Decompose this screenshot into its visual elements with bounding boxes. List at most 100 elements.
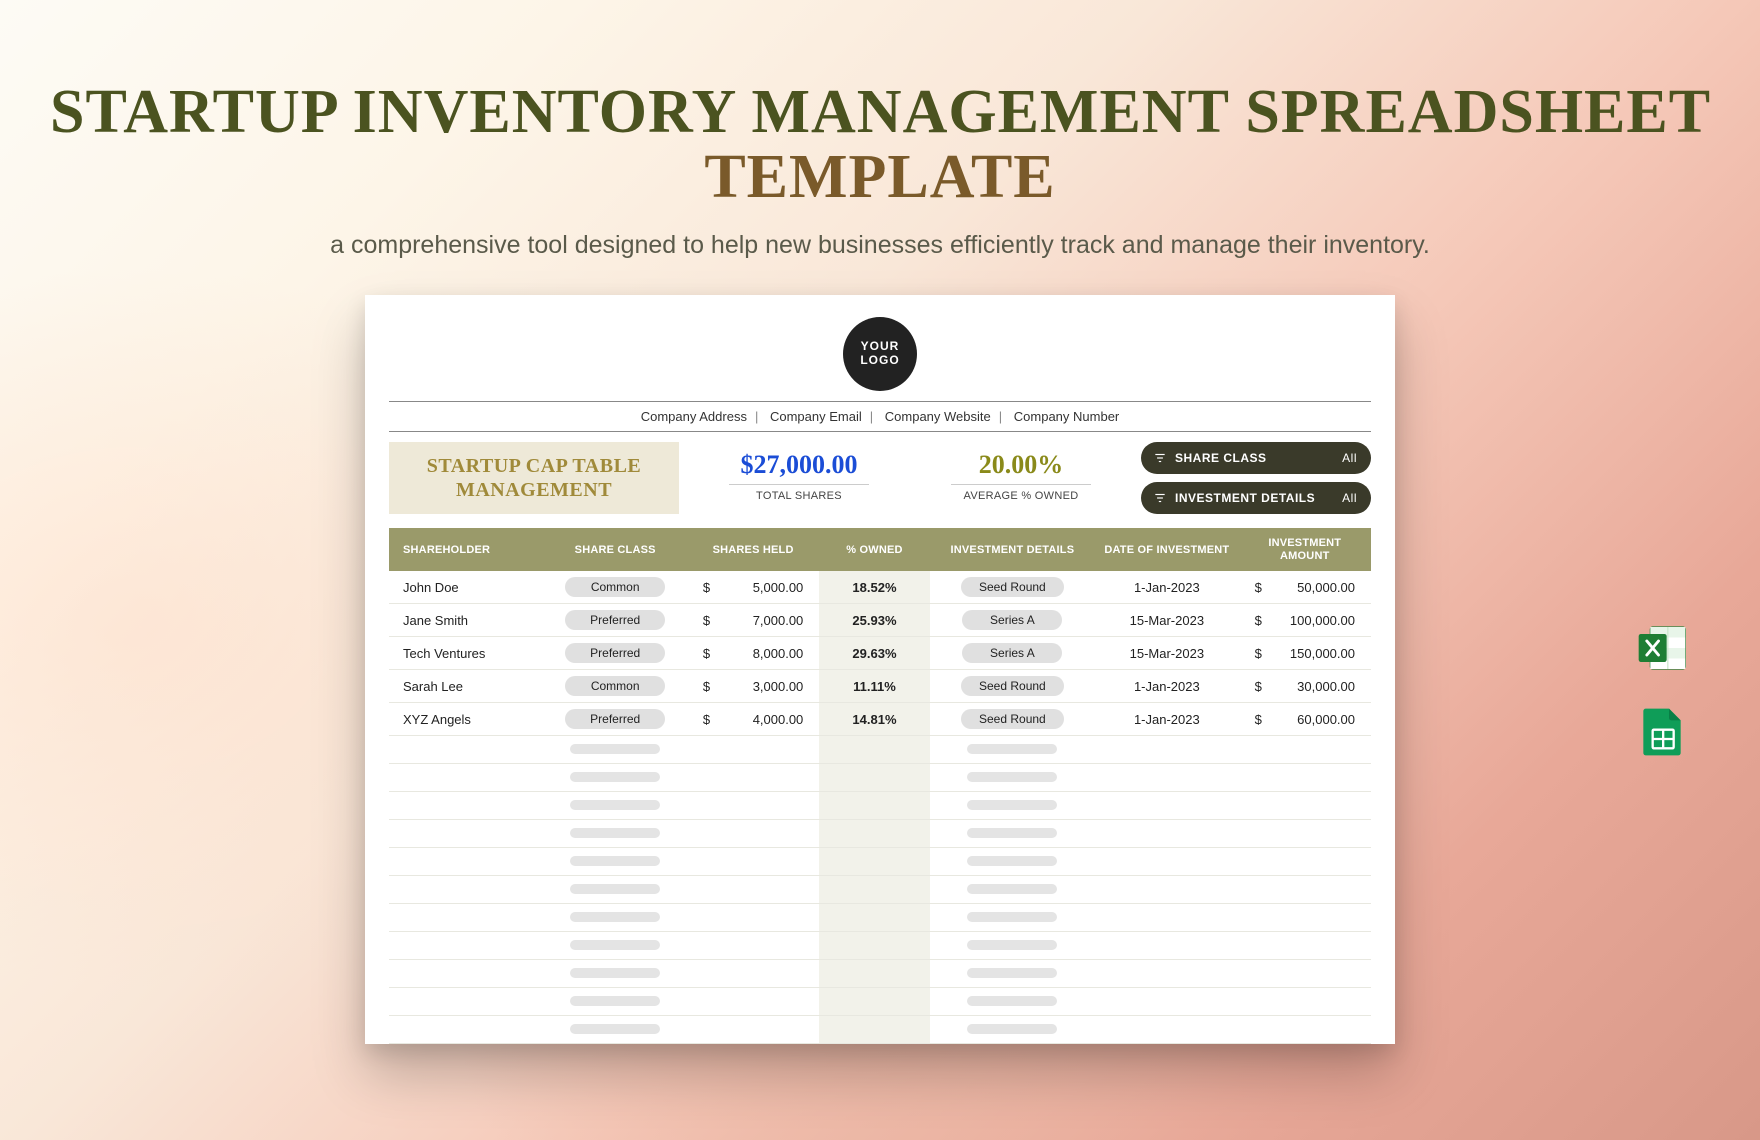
col-date: DATE OF INVESTMENT <box>1095 528 1238 571</box>
table-row-empty[interactable] <box>389 764 1371 792</box>
cell-pct-owned: 29.63% <box>819 637 929 670</box>
cell-shareholder: Tech Ventures <box>389 637 543 670</box>
table-row[interactable]: Sarah LeeCommon$3,000.0011.11%Seed Round… <box>389 670 1371 703</box>
cell-pct-owned: 18.52% <box>819 571 929 604</box>
cell-pct-owned: 14.81% <box>819 703 929 736</box>
cell-shares-held: $3,000.00 <box>687 670 819 703</box>
filter-investment-details-value: All <box>1342 491 1357 505</box>
metric-avg-owned: 20.00% AVERAGE % OWNED <box>919 442 1123 514</box>
placeholder-pill <box>967 800 1057 810</box>
table-row-empty[interactable] <box>389 1016 1371 1044</box>
table-row[interactable]: Tech VenturesPreferred$8,000.0029.63%Ser… <box>389 637 1371 670</box>
spreadsheet-card: YOUR LOGO Company Address| Company Email… <box>365 295 1395 1044</box>
page-subtitle: a comprehensive tool designed to help ne… <box>0 228 1760 263</box>
google-sheets-icon <box>1634 704 1690 760</box>
cell-share-class: Preferred <box>543 604 686 637</box>
company-website: Company Website <box>885 409 991 424</box>
filter-share-class-label: SHARE CLASS <box>1175 451 1267 465</box>
cell-inv-details: Seed Round <box>930 670 1096 703</box>
total-shares-value: $27,000.00 <box>697 450 901 480</box>
header-row: SHAREHOLDER SHARE CLASS SHARES HELD % OW… <box>389 528 1371 571</box>
cell-shares-held: $4,000.00 <box>687 703 819 736</box>
table-row-empty[interactable] <box>389 876 1371 904</box>
cell-shareholder: Sarah Lee <box>389 670 543 703</box>
cell-share-class: Preferred <box>543 637 686 670</box>
filter-investment-details[interactable]: INVESTMENT DETAILS All <box>1141 482 1371 514</box>
cell-amount: $100,000.00 <box>1239 604 1371 637</box>
cell-amount: $60,000.00 <box>1239 703 1371 736</box>
placeholder-pill <box>570 940 660 950</box>
cell-pct-owned: 25.93% <box>819 604 929 637</box>
placeholder-pill <box>967 996 1057 1006</box>
col-pct-owned: % OWNED <box>819 528 929 571</box>
placeholder-pill <box>570 856 660 866</box>
total-shares-label: TOTAL SHARES <box>729 484 869 502</box>
title-main: STARTUP INVENTORY MANAGEMENT SPREADSHEET <box>50 78 1710 146</box>
logo-line1: YOUR <box>861 340 900 354</box>
cell-pct-owned: 11.11% <box>819 670 929 703</box>
filter-icon <box>1153 491 1167 505</box>
company-meta-bar: Company Address| Company Email| Company … <box>389 401 1371 432</box>
filter-share-class-value: All <box>1342 451 1357 465</box>
cell-amount: $30,000.00 <box>1239 670 1371 703</box>
placeholder-pill <box>967 912 1057 922</box>
cell-shares-held: $5,000.00 <box>687 571 819 604</box>
placeholder-pill <box>967 884 1057 894</box>
table-row[interactable]: John DoeCommon$5,000.0018.52%Seed Round1… <box>389 571 1371 604</box>
cell-amount: $150,000.00 <box>1239 637 1371 670</box>
cell-amount: $50,000.00 <box>1239 571 1371 604</box>
excel-icon <box>1634 620 1690 676</box>
placeholder-pill <box>570 1024 660 1034</box>
cell-inv-details: Seed Round <box>930 571 1096 604</box>
placeholder-pill <box>967 744 1057 754</box>
filter-icon <box>1153 451 1167 465</box>
table-row-empty[interactable] <box>389 820 1371 848</box>
col-shareholder: SHAREHOLDER <box>389 528 543 571</box>
table-row-empty[interactable] <box>389 792 1371 820</box>
placeholder-pill <box>967 828 1057 838</box>
cell-date: 1-Jan-2023 <box>1095 670 1238 703</box>
table-row-empty[interactable] <box>389 848 1371 876</box>
placeholder-pill <box>967 1024 1057 1034</box>
cell-inv-details: Series A <box>930 604 1096 637</box>
placeholder-pill <box>967 856 1057 866</box>
filter-investment-details-label: INVESTMENT DETAILS <box>1175 491 1315 505</box>
filter-share-class[interactable]: SHARE CLASS All <box>1141 442 1371 474</box>
cell-share-class: Preferred <box>543 703 686 736</box>
cell-date: 1-Jan-2023 <box>1095 571 1238 604</box>
company-email: Company Email <box>770 409 862 424</box>
col-amount: INVESTMENT AMOUNT <box>1239 528 1371 571</box>
col-share-class: SHARE CLASS <box>543 528 686 571</box>
placeholder-pill <box>570 772 660 782</box>
table-row-empty[interactable] <box>389 960 1371 988</box>
cap-table: SHAREHOLDER SHARE CLASS SHARES HELD % OW… <box>389 528 1371 1044</box>
cell-date: 1-Jan-2023 <box>1095 703 1238 736</box>
table-row-empty[interactable] <box>389 988 1371 1016</box>
placeholder-pill <box>967 968 1057 978</box>
logo-placeholder: YOUR LOGO <box>843 317 917 391</box>
company-number: Company Number <box>1014 409 1120 424</box>
table-row[interactable]: XYZ AngelsPreferred$4,000.0014.81%Seed R… <box>389 703 1371 736</box>
table-row-empty[interactable] <box>389 904 1371 932</box>
page-title: STARTUP INVENTORY MANAGEMENT SPREADSHEET… <box>0 0 1760 210</box>
summary-row: STARTUP CAP TABLE MANAGEMENT $27,000.00 … <box>389 442 1371 514</box>
company-address: Company Address <box>641 409 747 424</box>
placeholder-pill <box>570 744 660 754</box>
cell-shareholder: XYZ Angels <box>389 703 543 736</box>
avg-owned-label: AVERAGE % OWNED <box>951 484 1091 502</box>
placeholder-pill <box>570 800 660 810</box>
cell-inv-details: Seed Round <box>930 703 1096 736</box>
cell-inv-details: Series A <box>930 637 1096 670</box>
sheet-title: STARTUP CAP TABLE MANAGEMENT <box>389 442 679 514</box>
cell-share-class: Common <box>543 571 686 604</box>
placeholder-pill <box>570 912 660 922</box>
placeholder-pill <box>570 968 660 978</box>
cell-shares-held: $8,000.00 <box>687 637 819 670</box>
metric-total-shares: $27,000.00 TOTAL SHARES <box>697 442 901 514</box>
cell-date: 15-Mar-2023 <box>1095 637 1238 670</box>
table-row-empty[interactable] <box>389 932 1371 960</box>
table-row[interactable]: Jane SmithPreferred$7,000.0025.93%Series… <box>389 604 1371 637</box>
cell-share-class: Common <box>543 670 686 703</box>
format-icons <box>1634 620 1690 760</box>
table-row-empty[interactable] <box>389 736 1371 764</box>
